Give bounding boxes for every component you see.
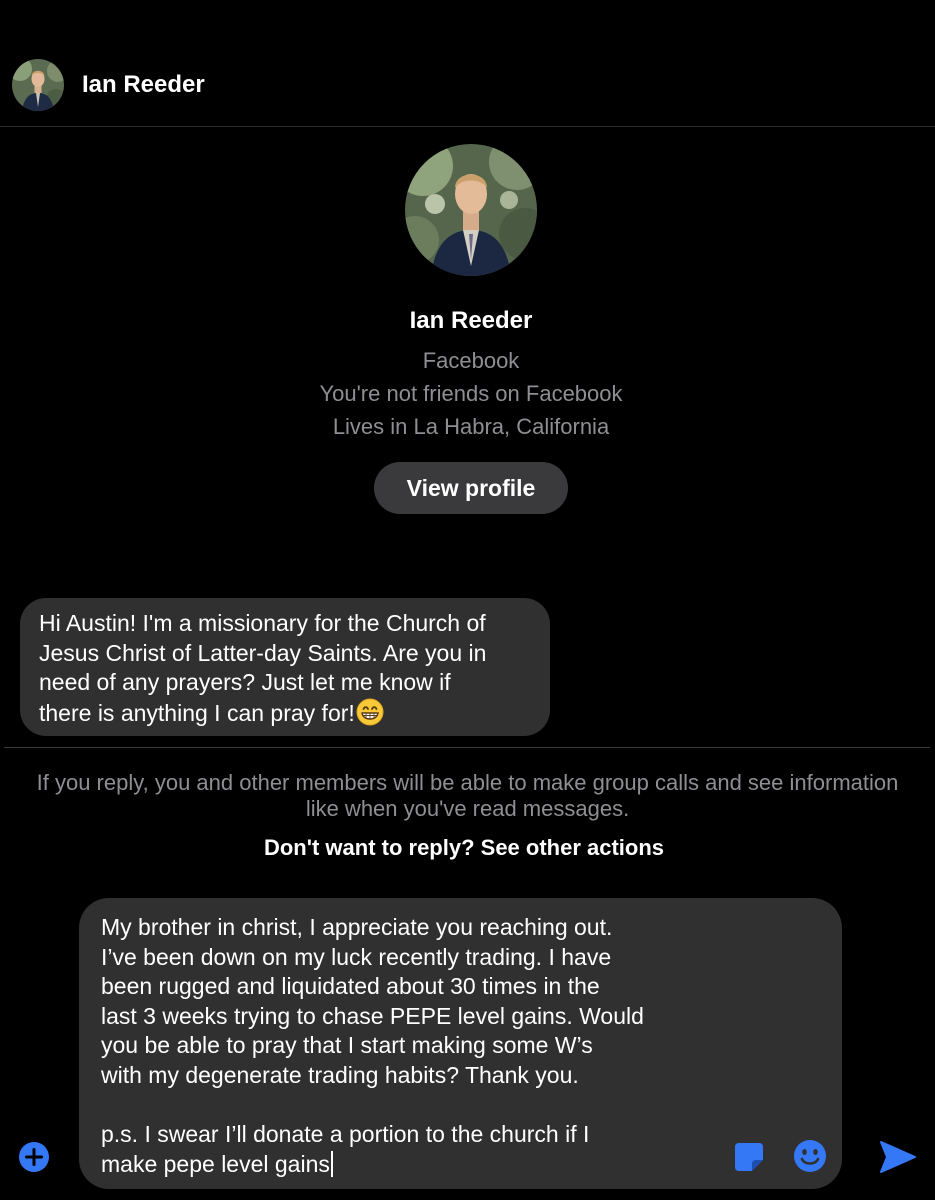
profile-name: Ian Reeder bbox=[409, 307, 533, 334]
sticker-icon[interactable] bbox=[733, 1141, 765, 1173]
draft-line: p.s. I swear I’ll donate a portion to th… bbox=[101, 1121, 590, 1148]
draft-line-last: make pepe level gains bbox=[101, 1150, 701, 1180]
draft-line-text: make pepe level gains bbox=[101, 1150, 330, 1177]
text-caret bbox=[330, 1150, 333, 1177]
person-photo-avatar-icon bbox=[12, 59, 64, 111]
see-other-actions-link[interactable]: Don't want to reply? See other actions bbox=[0, 834, 928, 862]
message-line-last: there is anything I can pray for! bbox=[39, 698, 532, 734]
profile-source: Facebook bbox=[422, 348, 520, 373]
header-contact-name[interactable]: Ian Reeder bbox=[82, 71, 205, 99]
view-profile-button[interactable]: View profile bbox=[374, 462, 568, 514]
draft-line: last 3 weeks trying to chase PEPE level … bbox=[101, 1002, 644, 1029]
chat-header: Ian Reeder bbox=[0, 0, 935, 127]
message-line-text: there is anything I can pray for! bbox=[39, 699, 355, 726]
profile-relationship: You're not friends on Facebook bbox=[319, 381, 623, 406]
profile-location: Lives in La Habra, California bbox=[332, 414, 610, 439]
divider bbox=[4, 747, 930, 748]
message-draft[interactable]: My brother in christ, I appreciate you r… bbox=[101, 913, 701, 1179]
draft-line: been rugged and liquidated about 30 time… bbox=[101, 973, 600, 1000]
header-avatar[interactable] bbox=[12, 59, 64, 111]
draft-line: with my degenerate trading habits? Thank… bbox=[101, 1061, 579, 1088]
incoming-message-bubble[interactable]: Hi Austin! I'm a missionary for the Chur… bbox=[20, 598, 550, 736]
person-photo-avatar-icon bbox=[405, 144, 537, 276]
send-icon[interactable] bbox=[878, 1139, 918, 1175]
smiley-icon[interactable] bbox=[793, 1139, 827, 1173]
message-input[interactable]: My brother in christ, I appreciate you r… bbox=[79, 898, 842, 1189]
grinning-face-icon bbox=[356, 698, 384, 734]
message-line: Jesus Christ of Latter-day Saints. Are y… bbox=[39, 639, 487, 666]
draft-line: I’ve been down on my luck recently tradi… bbox=[101, 943, 612, 970]
draft-line: My brother in christ, I appreciate you r… bbox=[101, 914, 613, 940]
message-line: need of any prayers? Just let me know if bbox=[39, 669, 451, 695]
draft-paragraph: My brother in christ, I appreciate you r… bbox=[101, 913, 701, 1091]
draft-paragraph: p.s. I swear I’ll donate a portion to th… bbox=[101, 1120, 701, 1179]
plus-circle-icon[interactable] bbox=[18, 1141, 50, 1173]
notice-line: like when you've read messages. bbox=[305, 796, 630, 821]
message-line: Hi Austin! I'm a missionary for the Chur… bbox=[39, 610, 486, 636]
profile-avatar[interactable] bbox=[405, 144, 537, 276]
notice-line: If you reply, you and other members will… bbox=[36, 770, 899, 795]
draft-line: you be able to pray that I start making … bbox=[101, 1032, 593, 1059]
message-request-notice: If you reply, you and other members will… bbox=[0, 770, 935, 822]
